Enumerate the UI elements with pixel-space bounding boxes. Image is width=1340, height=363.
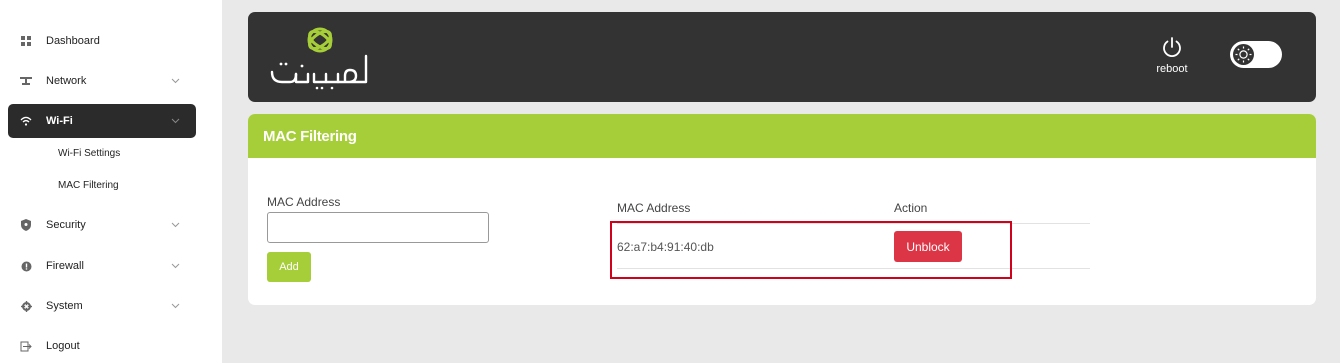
chevron-down-icon	[170, 222, 180, 228]
network-icon	[19, 74, 33, 88]
sidebar-item-label: System	[46, 300, 83, 312]
mac-address-label: MAC Address	[267, 195, 341, 209]
sidebar: Dashboard Network Wi-Fi Wi-Fi Settings M…	[0, 0, 222, 363]
add-button[interactable]: Add	[267, 252, 311, 282]
sidebar-item-label: Firewall	[46, 260, 84, 272]
wifi-icon	[19, 114, 33, 128]
column-header-mac: MAC Address	[617, 201, 691, 215]
sidebar-item-network[interactable]: Network	[8, 64, 196, 98]
sun-icon	[1233, 44, 1254, 65]
sidebar-subitem-mac-filtering[interactable]: MAC Filtering	[58, 180, 119, 191]
power-icon	[1161, 36, 1183, 61]
top-header: reboot	[248, 12, 1316, 102]
theme-toggle[interactable]	[1230, 41, 1282, 68]
reboot-button[interactable]: reboot	[1152, 36, 1192, 75]
chevron-down-icon	[170, 303, 180, 309]
chevron-down-icon	[170, 263, 180, 269]
chevron-down-icon	[170, 118, 180, 124]
sidebar-subitem-wifi-settings[interactable]: Wi-Fi Settings	[58, 148, 120, 159]
shield-icon	[19, 218, 33, 232]
sidebar-item-system[interactable]: System	[8, 289, 196, 323]
logout-icon	[19, 339, 33, 353]
sidebar-item-firewall[interactable]: Firewall	[8, 249, 196, 283]
sidebar-item-logout[interactable]: Logout	[8, 329, 196, 363]
mac-address-input[interactable]	[267, 212, 489, 243]
dashboard-grid-icon	[19, 34, 33, 48]
highlight-box	[610, 221, 1012, 279]
reboot-label: reboot	[1156, 63, 1188, 75]
sidebar-item-wifi[interactable]: Wi-Fi	[8, 104, 196, 138]
sidebar-item-label: Wi-Fi	[46, 115, 73, 127]
chevron-down-icon	[170, 78, 180, 84]
sidebar-item-label: Security	[46, 219, 86, 231]
sidebar-item-label: Logout	[46, 340, 80, 352]
gear-icon	[19, 299, 33, 313]
sidebar-item-security[interactable]: Security	[8, 208, 196, 242]
sidebar-item-dashboard[interactable]: Dashboard	[8, 24, 196, 58]
firewall-icon	[19, 259, 33, 273]
card-title: MAC Filtering	[248, 114, 1316, 158]
sidebar-item-label: Network	[46, 75, 87, 87]
sidebar-item-label: Dashboard	[46, 35, 100, 47]
column-header-action: Action	[894, 201, 928, 215]
brand-logo	[268, 26, 372, 90]
